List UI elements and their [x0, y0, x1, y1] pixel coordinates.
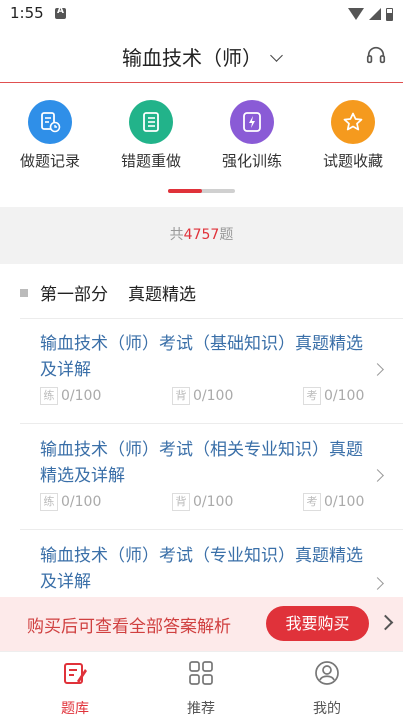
exam-tag: 考 [303, 493, 321, 511]
feature-label: 错题重做 [120, 152, 181, 170]
notification-icon [55, 6, 66, 19]
chevron-down-icon [270, 49, 283, 62]
tab-label: 我的 [313, 701, 341, 717]
practice-stat: 练 0/100 [40, 493, 101, 511]
exam-value: 0/100 [324, 494, 365, 510]
practice-tag: 练 [40, 493, 58, 511]
feature-grid: 做题记录 错题重做 强化训练 试题收藏 [0, 100, 403, 180]
purchase-hint: 购买后可查看全部答案解析 [27, 617, 231, 637]
count-number: 4757 [183, 227, 220, 243]
status-bar: 1:55 [0, 0, 403, 28]
chapter-item[interactable]: 输血技术（师）考试（专业知识）真题精选及详解 [40, 543, 384, 595]
headset-icon[interactable] [365, 44, 387, 66]
chevron-right-icon [371, 577, 384, 590]
exam-value: 0/100 [324, 388, 365, 404]
chapter-stats: 练 0/100 背 0/100 考 0/100 [40, 493, 370, 515]
recite-tag: 背 [172, 387, 190, 405]
practice-value: 0/100 [61, 388, 102, 404]
recite-value: 0/100 [193, 388, 234, 404]
lightning-icon [230, 100, 274, 144]
chapter-title: 输血技术（师）考试（专业知识）真题精选及详解 [40, 546, 363, 592]
tab-label: 推荐 [187, 701, 215, 717]
practice-tag: 练 [40, 387, 58, 405]
section-square-icon [20, 288, 28, 297]
wrong-list-icon [129, 100, 173, 144]
divider [20, 423, 403, 424]
feature-favorites[interactable]: 试题收藏 [308, 100, 398, 171]
profile-icon [315, 661, 339, 685]
tab-profile[interactable]: 我的 [287, 660, 367, 718]
wifi-icon [348, 8, 364, 20]
bottom-nav: 题库 推荐 我的 [0, 651, 403, 718]
feature-wrong-redo[interactable]: 错题重做 [106, 100, 196, 171]
exam-stat: 考 0/100 [303, 493, 364, 511]
chapter-item[interactable]: 输血技术（师）考试（基础知识）真题精选及详解 练 0/100 背 0/100 考 0/… [40, 331, 384, 409]
practice-value: 0/100 [61, 494, 102, 510]
feature-label: 试题收藏 [322, 152, 383, 170]
chevron-right-icon [371, 469, 384, 482]
exam-tag: 考 [303, 387, 321, 405]
tab-recommend[interactable]: 推荐 [161, 660, 241, 718]
chevron-right-icon [371, 363, 384, 376]
divider [20, 318, 403, 319]
divider [20, 529, 403, 530]
recite-tag: 背 [172, 493, 190, 511]
recite-stat: 背 0/100 [172, 493, 233, 511]
page-indicator [168, 189, 235, 193]
section-header: 第一部分 真题精选 [20, 280, 196, 305]
question-count: 共4757题 [0, 207, 403, 264]
exam-stat: 考 0/100 [303, 387, 364, 405]
tab-label: 题库 [61, 701, 89, 717]
star-icon [331, 100, 375, 144]
question-bank-icon [64, 663, 87, 684]
status-icons [348, 6, 393, 22]
purchase-banner: 购买后可查看全部答案解析 我要购买 [0, 597, 403, 651]
feature-training[interactable]: 强化训练 [207, 100, 297, 171]
count-suffix: 题 [219, 227, 234, 243]
grid-icon [189, 661, 213, 685]
page-indicator-active [168, 189, 202, 193]
chapter-title: 输血技术（师）考试（基础知识）真题精选及详解 [40, 334, 363, 380]
buy-button[interactable]: 我要购买 [266, 606, 369, 641]
status-time: 1:55 [10, 4, 44, 22]
chevron-right-icon[interactable] [377, 614, 394, 631]
app-header: 输血技术（师） [0, 28, 403, 83]
chapter-title: 输血技术（师）考试（相关专业知识）真题精选及详解 [40, 440, 363, 486]
chapter-stats: 练 0/100 背 0/100 考 0/100 [40, 387, 370, 409]
tab-question-bank[interactable]: 题库 [35, 660, 115, 718]
signal-icon [369, 8, 381, 20]
section-part: 第一部分 [40, 285, 108, 305]
count-prefix: 共 [169, 227, 184, 243]
section-name: 真题精选 [128, 285, 196, 305]
feature-label: 做题记录 [19, 152, 80, 170]
battery-icon [386, 7, 393, 21]
recite-stat: 背 0/100 [172, 387, 233, 405]
recite-value: 0/100 [193, 494, 234, 510]
feature-history[interactable]: 做题记录 [5, 100, 95, 171]
page-title: 输血技术（师） [122, 46, 262, 70]
feature-label: 强化训练 [221, 152, 282, 170]
history-icon [28, 100, 72, 144]
chapter-item[interactable]: 输血技术（师）考试（相关专业知识）真题精选及详解 练 0/100 背 0/100 考… [40, 437, 384, 515]
subject-selector[interactable]: 输血技术（师） [0, 42, 403, 71]
practice-stat: 练 0/100 [40, 387, 101, 405]
